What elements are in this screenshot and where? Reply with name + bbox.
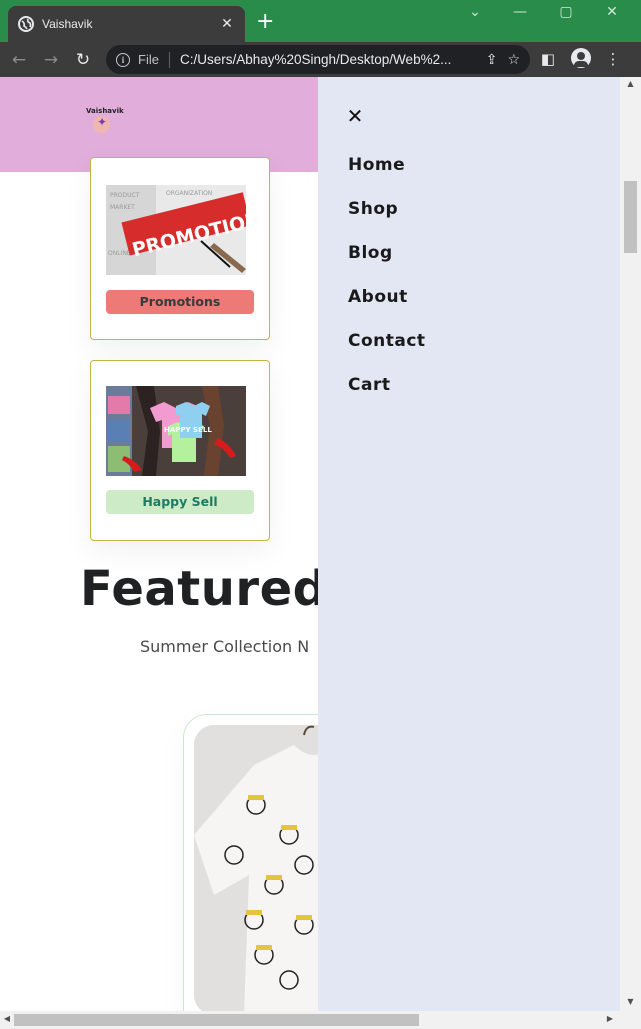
tab-title: Vaishavik: [42, 17, 93, 31]
featured-subtitle: Summer Collection N: [140, 637, 310, 656]
site-logo[interactable]: ✦ Vaishavik: [86, 107, 124, 137]
page-viewport: ✦ Vaishavik PRODUCT MARKET ONLINE ORGANIZA…: [0, 77, 620, 1011]
promotions-button[interactable]: Promotions: [106, 290, 254, 314]
horizontal-scrollbar[interactable]: ◀ ▶: [0, 1011, 641, 1029]
promotion-image: PRODUCTMARKETONLINE ORGANIZATIONBRAND PR…: [106, 185, 246, 275]
nav-link-blog[interactable]: Blog: [348, 243, 393, 263]
profile-icon[interactable]: [571, 48, 591, 68]
banner-card-promotions: PRODUCTMARKETONLINE ORGANIZATIONBRAND PR…: [90, 157, 270, 340]
vertical-scroll-thumb[interactable]: [624, 181, 637, 253]
forward-icon[interactable]: →: [40, 50, 62, 70]
close-menu-icon[interactable]: ✕: [345, 104, 365, 128]
scheme-label: File: [138, 52, 159, 67]
scroll-down-arrow-icon[interactable]: ▼: [620, 997, 641, 1006]
happy-sell-image: HAPPY SELL: [106, 386, 246, 476]
chevron-down-icon[interactable]: ⌄: [465, 4, 485, 20]
browser-titlebar: Vaishavik ✕ + ⌄ — ▢ ✕: [0, 0, 641, 42]
window-close-icon[interactable]: ✕: [602, 4, 622, 20]
svg-text:PRODUCT: PRODUCT: [110, 192, 140, 199]
info-icon[interactable]: i: [116, 52, 130, 67]
browser-tab[interactable]: Vaishavik ✕: [8, 6, 245, 42]
nav-link-about[interactable]: About: [348, 287, 408, 307]
menu-icon[interactable]: ⋮: [603, 50, 623, 68]
side-panel-icon[interactable]: ◧: [538, 50, 558, 68]
globe-icon: [18, 16, 34, 32]
nav-link-home[interactable]: Home: [348, 155, 405, 175]
scroll-up-arrow-icon[interactable]: ▲: [620, 79, 641, 88]
vertical-scrollbar[interactable]: ▲ ▼: [620, 77, 641, 1011]
horizontal-scroll-thumb[interactable]: [14, 1014, 419, 1026]
featured-title: Featured: [80, 561, 328, 617]
star-icon[interactable]: ☆: [507, 52, 520, 68]
divider: [168, 51, 170, 68]
close-icon[interactable]: ✕: [219, 16, 235, 32]
reload-icon[interactable]: ↻: [72, 50, 94, 70]
svg-text:ONLINE: ONLINE: [108, 250, 131, 257]
happy-sell-image-text: HAPPY SELL: [164, 426, 212, 434]
logo-star-icon: ✦: [96, 115, 108, 129]
minimize-icon[interactable]: —: [510, 4, 530, 20]
scroll-right-arrow-icon[interactable]: ▶: [603, 1014, 617, 1023]
nav-link-cart[interactable]: Cart: [348, 375, 390, 395]
nav-link-shop[interactable]: Shop: [348, 199, 398, 219]
happy-sell-button[interactable]: Happy Sell: [106, 490, 254, 514]
banner-card-happy-sell: HAPPY SELL Happy Sell: [90, 360, 270, 541]
new-tab-button[interactable]: +: [256, 10, 274, 34]
svg-text:MARKET: MARKET: [110, 204, 135, 211]
browser-toolbar: ← → ↻ i File C:/Users/Abhay%20Singh/Desk…: [0, 42, 641, 77]
nav-link-contact[interactable]: Contact: [348, 331, 426, 351]
back-icon[interactable]: ←: [8, 50, 30, 70]
address-bar[interactable]: i File C:/Users/Abhay%20Singh/Desktop/We…: [106, 45, 530, 74]
mobile-nav-menu: ✕ Home Shop Blog About Contact Cart: [318, 77, 620, 1011]
svg-text:ORGANIZATION: ORGANIZATION: [166, 190, 212, 197]
logo-text: Vaishavik: [86, 107, 124, 115]
url-text[interactable]: C:/Users/Abhay%20Singh/Desktop/Web%2...: [180, 52, 476, 67]
share-icon[interactable]: ⇪: [486, 52, 498, 68]
maximize-icon[interactable]: ▢: [556, 4, 576, 20]
scroll-left-arrow-icon[interactable]: ◀: [0, 1014, 14, 1023]
